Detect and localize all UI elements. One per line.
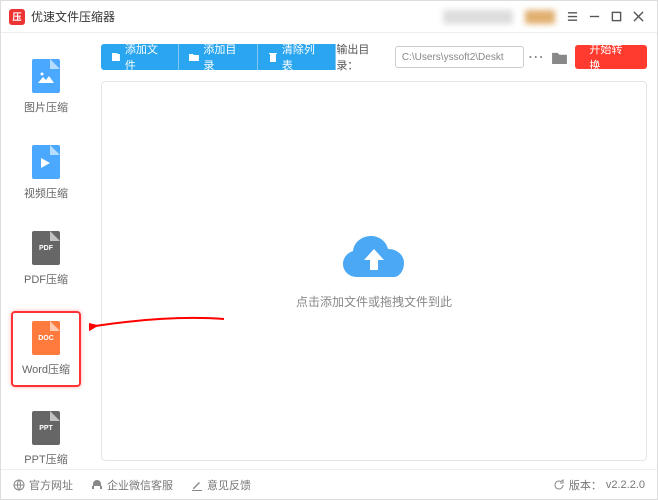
output-dir-label: 输出目录： — [336, 41, 391, 73]
sidebar-item-image-compress[interactable]: 图片压缩 — [15, 53, 77, 121]
start-convert-button[interactable]: 开始转换 — [575, 45, 647, 69]
app-title: 优速文件压缩器 — [31, 8, 115, 25]
menu-button[interactable] — [561, 6, 583, 28]
cloud-upload-icon — [339, 233, 409, 281]
sidebar-item-pdf-compress[interactable]: PDF PDF压缩 — [15, 225, 77, 293]
close-button[interactable] — [627, 6, 649, 28]
sidebar-item-word-compress[interactable]: DOC Word压缩 — [11, 311, 81, 387]
drop-area[interactable]: 点击添加文件或拖拽文件到此 — [101, 81, 647, 461]
drop-hint: 点击添加文件或拖拽文件到此 — [296, 293, 452, 310]
app-icon: 压 — [9, 9, 25, 25]
more-button[interactable]: ⋯ — [524, 46, 548, 68]
sidebar-item-label: PPT压缩 — [24, 451, 67, 467]
blurred-avatar — [525, 10, 555, 24]
feedback-link[interactable]: 意见反馈 — [191, 477, 251, 493]
titlebar: 压 优速文件压缩器 — [1, 1, 657, 33]
sidebar-item-label: Word压缩 — [22, 361, 70, 377]
sidebar-item-label: 视频压缩 — [24, 185, 68, 201]
pdf-file-icon: PDF — [32, 231, 60, 265]
clear-list-button[interactable]: 清除列表 — [258, 44, 336, 70]
ppt-file-icon: PPT — [32, 411, 60, 445]
sidebar-item-video-compress[interactable]: 视频压缩 — [15, 139, 77, 207]
globe-icon — [13, 479, 25, 491]
maximize-button[interactable] — [605, 6, 627, 28]
output-dir-field[interactable]: C:\Users\yssoft2\Deskt — [395, 46, 524, 68]
blurred-info — [443, 10, 513, 24]
sidebar-item-ppt-compress[interactable]: PPT PPT压缩 — [15, 405, 77, 473]
toolbar: 添加文件 添加目录 清除列表 输出目录： C:\Users\yssoft2\De… — [101, 41, 647, 73]
add-folder-button[interactable]: 添加目录 — [179, 44, 257, 70]
refresh-icon — [553, 479, 565, 491]
video-file-icon — [32, 145, 60, 179]
sidebar-item-label: PDF压缩 — [24, 271, 68, 287]
edit-icon — [191, 479, 203, 491]
footer: 官方网址 企业微信客服 意见反馈 版本：v2.2.2.0 — [1, 469, 657, 499]
browse-folder-button[interactable] — [548, 46, 572, 68]
word-file-icon: DOC — [32, 321, 60, 355]
headset-icon — [91, 479, 103, 491]
add-file-button[interactable]: 添加文件 — [101, 44, 179, 70]
official-website-link[interactable]: 官方网址 — [13, 477, 73, 493]
main-panel: 添加文件 添加目录 清除列表 输出目录： C:\Users\yssoft2\De… — [91, 33, 657, 469]
image-file-icon — [32, 59, 60, 93]
sidebar-item-label: 图片压缩 — [24, 99, 68, 115]
minimize-button[interactable] — [583, 6, 605, 28]
version-info: 版本：v2.2.2.0 — [553, 477, 645, 493]
wechat-support-link[interactable]: 企业微信客服 — [91, 477, 173, 493]
sidebar: 图片压缩 视频压缩 PDF PDF压缩 DOC Word压缩 — [1, 33, 91, 469]
